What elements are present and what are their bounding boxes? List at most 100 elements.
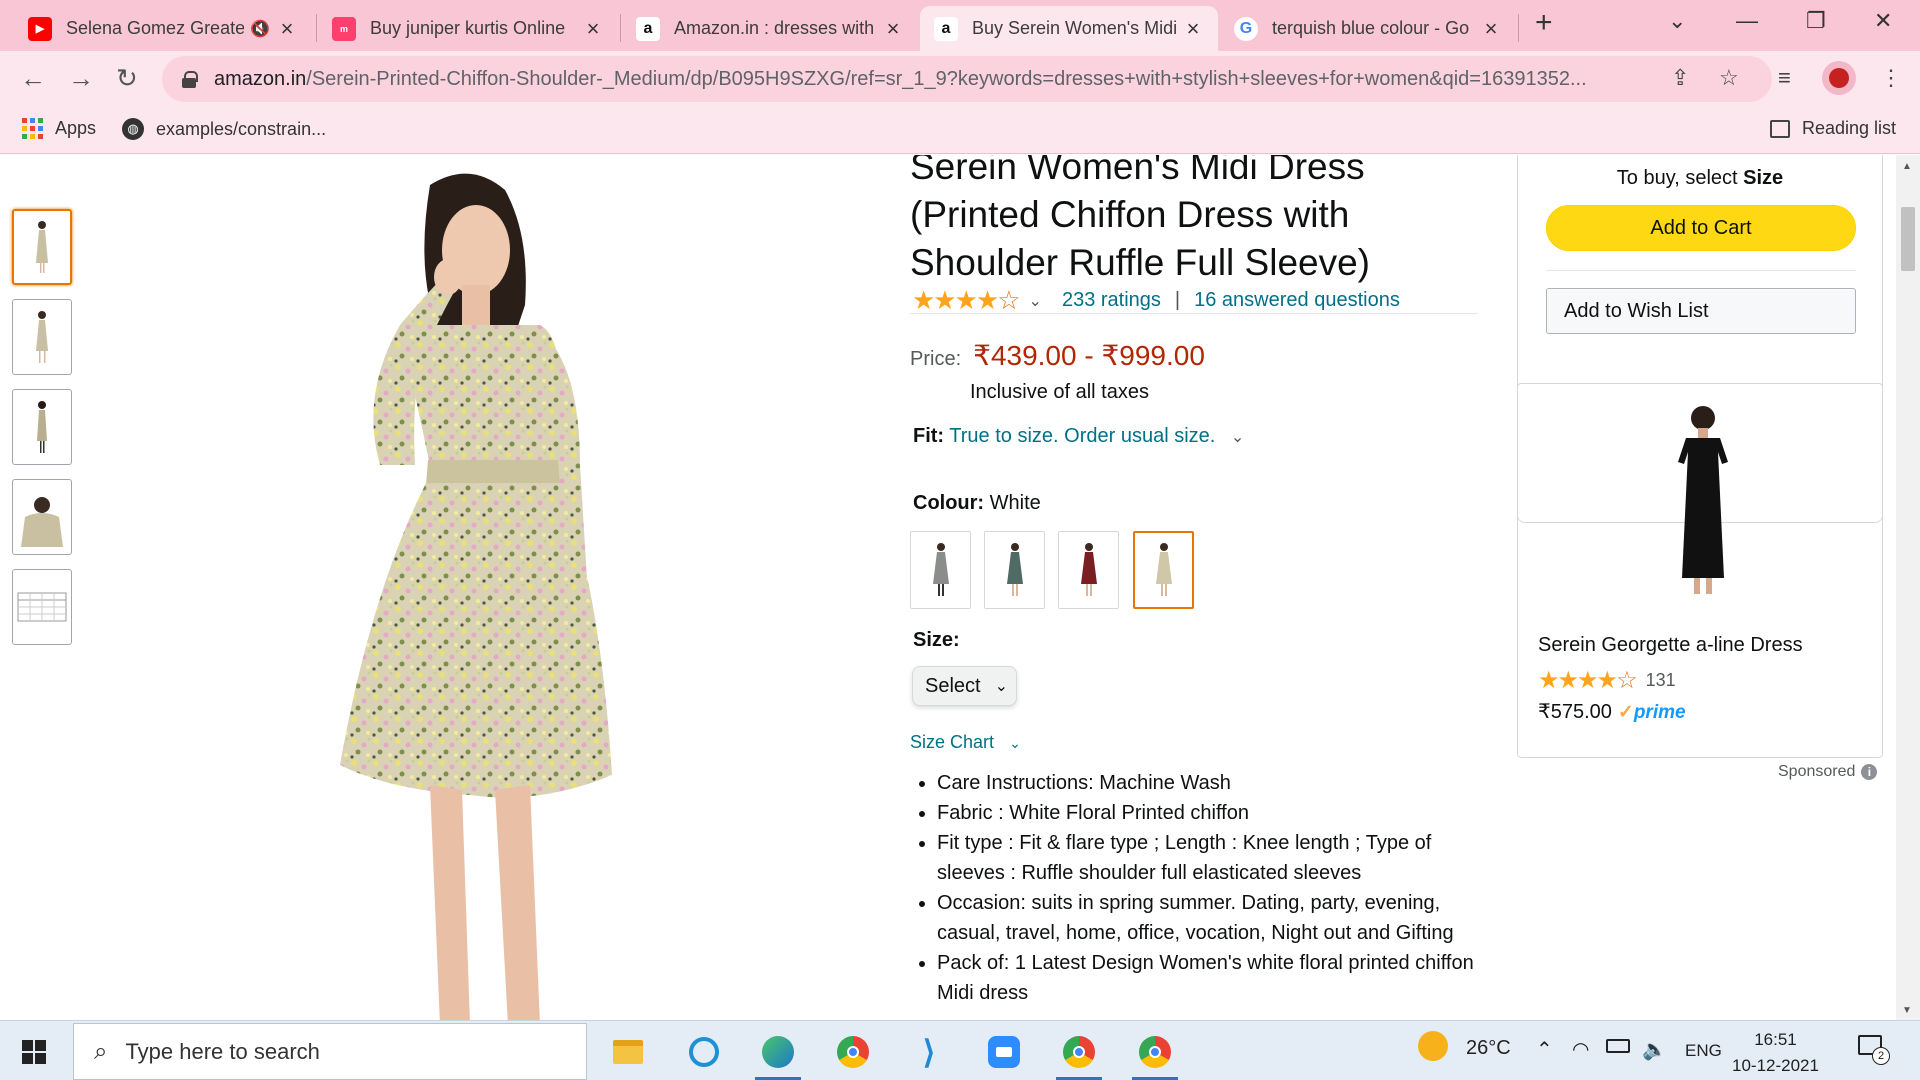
- colour-row: Colour: White: [913, 492, 1041, 515]
- address-bar[interactable]: amazon.in /Serein-Printed-Chiffon-Should…: [162, 56, 1772, 102]
- tab-amazon-product[interactable]: a Buy Serein Women's Midi ×: [920, 6, 1218, 51]
- volume-icon[interactable]: 🔈: [1642, 1037, 1667, 1062]
- close-tab-icon[interactable]: ×: [276, 16, 298, 42]
- amazon-icon: a: [636, 16, 660, 41]
- tab-strip: ▶ Selena Gomez Greate 🔇 × m Buy juniper …: [0, 0, 1920, 51]
- tab-search-icon[interactable]: ⌄: [1668, 8, 1686, 34]
- bookmark-star-icon[interactable]: ☆: [1719, 65, 1739, 91]
- tab-google[interactable]: G terquish blue colour - Go ×: [1220, 6, 1516, 51]
- close-tab-icon[interactable]: ×: [1182, 16, 1204, 42]
- scrollbar-thumb[interactable]: [1901, 207, 1915, 271]
- tab-myntra[interactable]: m Buy juniper kurtis Online ×: [318, 6, 618, 51]
- speaker-muted-icon[interactable]: 🔇: [250, 19, 270, 39]
- chevron-down-icon: ⌄: [994, 678, 1008, 695]
- dress-thumbnail-image: [36, 221, 48, 273]
- tab-youtube[interactable]: ▶ Selena Gomez Greate 🔇 ×: [14, 6, 312, 51]
- size-dropdown[interactable]: Select ⌄: [912, 666, 1017, 706]
- colour-swatch-grey[interactable]: [910, 531, 971, 609]
- fit-label: Fit:: [913, 425, 945, 447]
- weather-icon[interactable]: [1418, 1031, 1448, 1061]
- close-window-icon[interactable]: ✕: [1874, 8, 1892, 34]
- cortana-icon[interactable]: [681, 1029, 727, 1075]
- reload-icon[interactable]: ↻: [116, 63, 138, 94]
- close-tab-icon[interactable]: ×: [1480, 16, 1502, 42]
- windows-start-icon[interactable]: [22, 1040, 46, 1064]
- apps-grid-icon: [22, 118, 43, 139]
- fit-value-link[interactable]: True to size. Order usual size.: [949, 425, 1215, 447]
- product-thumbnail[interactable]: [12, 479, 72, 555]
- restore-icon[interactable]: ❐: [1806, 8, 1826, 34]
- sponsored-rating-row: ★★★★☆ 131: [1538, 666, 1676, 695]
- product-thumbnail[interactable]: [12, 389, 72, 465]
- battery-icon[interactable]: [1606, 1039, 1630, 1053]
- fit-row: Fit: True to size. Order usual size. ⌄: [913, 425, 1244, 448]
- chrome-profile-icon[interactable]: [1056, 1029, 1102, 1080]
- chevron-down-icon[interactable]: ⌄: [1029, 291, 1042, 311]
- globe-icon: ◍: [122, 118, 144, 140]
- chrome-profile-2-icon[interactable]: [1132, 1029, 1178, 1080]
- edge-icon[interactable]: [755, 1029, 801, 1080]
- dress-closeup-thumbnail-image: [21, 497, 63, 547]
- dress-swatch-image: [1080, 543, 1097, 596]
- search-icon: ⌕: [94, 1037, 108, 1065]
- bookmark-apps[interactable]: Apps: [22, 118, 96, 139]
- clock[interactable]: 16:51 10-12-2021: [1732, 1027, 1819, 1079]
- language-indicator[interactable]: ENG: [1685, 1041, 1722, 1061]
- ratings-link[interactable]: 233 ratings: [1062, 289, 1161, 312]
- reading-list-button[interactable]: Reading list: [1770, 118, 1896, 139]
- size-chart-link[interactable]: Size Chart ⌄: [910, 732, 1021, 753]
- notification-icon[interactable]: 2: [1858, 1035, 1890, 1065]
- close-tab-icon[interactable]: ×: [582, 16, 604, 42]
- scroll-down-icon[interactable]: ▼: [1902, 1005, 1912, 1016]
- to-buy-prefix: To buy, select: [1616, 167, 1744, 189]
- wifi-icon[interactable]: ◠: [1572, 1037, 1589, 1062]
- tab-title: Buy Serein Women's Midi: [972, 18, 1176, 38]
- bookmark-examples[interactable]: ◍ examples/constrain...: [122, 118, 326, 140]
- chevron-up-icon[interactable]: ⌃: [1536, 1037, 1553, 1062]
- sponsored-product-title[interactable]: Serein Georgette a-line Dress: [1538, 634, 1803, 657]
- file-explorer-icon[interactable]: [605, 1029, 651, 1075]
- add-to-wishlist-button[interactable]: Add to Wish List: [1546, 288, 1856, 334]
- feature-bullet: Occasion: suits in spring summer. Dating…: [937, 888, 1492, 948]
- colour-swatch-maroon[interactable]: [1058, 531, 1119, 609]
- browser-toolbar: ← → ↻ amazon.in /Serein-Printed-Chiffon-…: [0, 51, 1920, 106]
- close-tab-icon[interactable]: ×: [882, 16, 904, 42]
- colour-value: White: [989, 492, 1041, 514]
- profile-avatar-icon[interactable]: [1822, 61, 1856, 95]
- chevron-down-icon[interactable]: ⌄: [1231, 429, 1244, 446]
- taskbar-search-box[interactable]: ⌕ Type here to search: [73, 1023, 587, 1080]
- forward-icon[interactable]: →: [68, 63, 94, 94]
- kebab-menu-icon[interactable]: ⋮: [1880, 65, 1902, 91]
- sponsored-product-card[interactable]: Serein Georgette a-line Dress ★★★★☆ 131 …: [1517, 383, 1883, 758]
- page-scrollbar[interactable]: ▲ ▼: [1896, 155, 1920, 1020]
- add-to-cart-button[interactable]: Add to Cart: [1546, 205, 1856, 251]
- tab-amazon-search[interactable]: a Amazon.in : dresses with ×: [622, 6, 918, 51]
- url-host: amazon.in: [214, 67, 307, 90]
- rating-row: ★★★★☆ ⌄ 233 ratings | 16 answered questi…: [912, 285, 1400, 316]
- zoom-icon[interactable]: [981, 1029, 1027, 1075]
- star-rating-icon[interactable]: ★★★★☆: [912, 285, 1021, 316]
- myntra-icon: m: [332, 16, 356, 41]
- sponsored-rating-count: 131: [1645, 670, 1676, 690]
- size-chart-thumbnail[interactable]: [12, 569, 72, 645]
- product-main-image[interactable]: [240, 165, 680, 1020]
- colour-swatch-teal[interactable]: [984, 531, 1045, 609]
- new-tab-button[interactable]: +: [1535, 6, 1553, 40]
- product-thumbnail[interactable]: [12, 209, 72, 285]
- minimize-icon[interactable]: —: [1736, 8, 1758, 34]
- info-icon[interactable]: i: [1861, 764, 1878, 780]
- scroll-up-icon[interactable]: ▲: [1902, 161, 1912, 172]
- colour-swatch-white[interactable]: [1133, 531, 1194, 609]
- answered-questions-link[interactable]: 16 answered questions: [1194, 289, 1400, 312]
- vscode-icon[interactable]: ⟩: [906, 1029, 952, 1075]
- size-label: Size:: [913, 629, 960, 651]
- reading-list-icon: [1770, 119, 1790, 138]
- lock-icon[interactable]: [182, 71, 198, 88]
- media-control-icon[interactable]: ≡: [1778, 65, 1791, 91]
- clock-time: 16:51: [1754, 1030, 1797, 1049]
- weather-temp[interactable]: 26°C: [1466, 1037, 1511, 1060]
- chrome-icon[interactable]: [830, 1029, 876, 1075]
- share-icon[interactable]: ⇪: [1671, 65, 1689, 91]
- back-icon[interactable]: ←: [20, 63, 46, 94]
- product-thumbnail[interactable]: [12, 299, 72, 375]
